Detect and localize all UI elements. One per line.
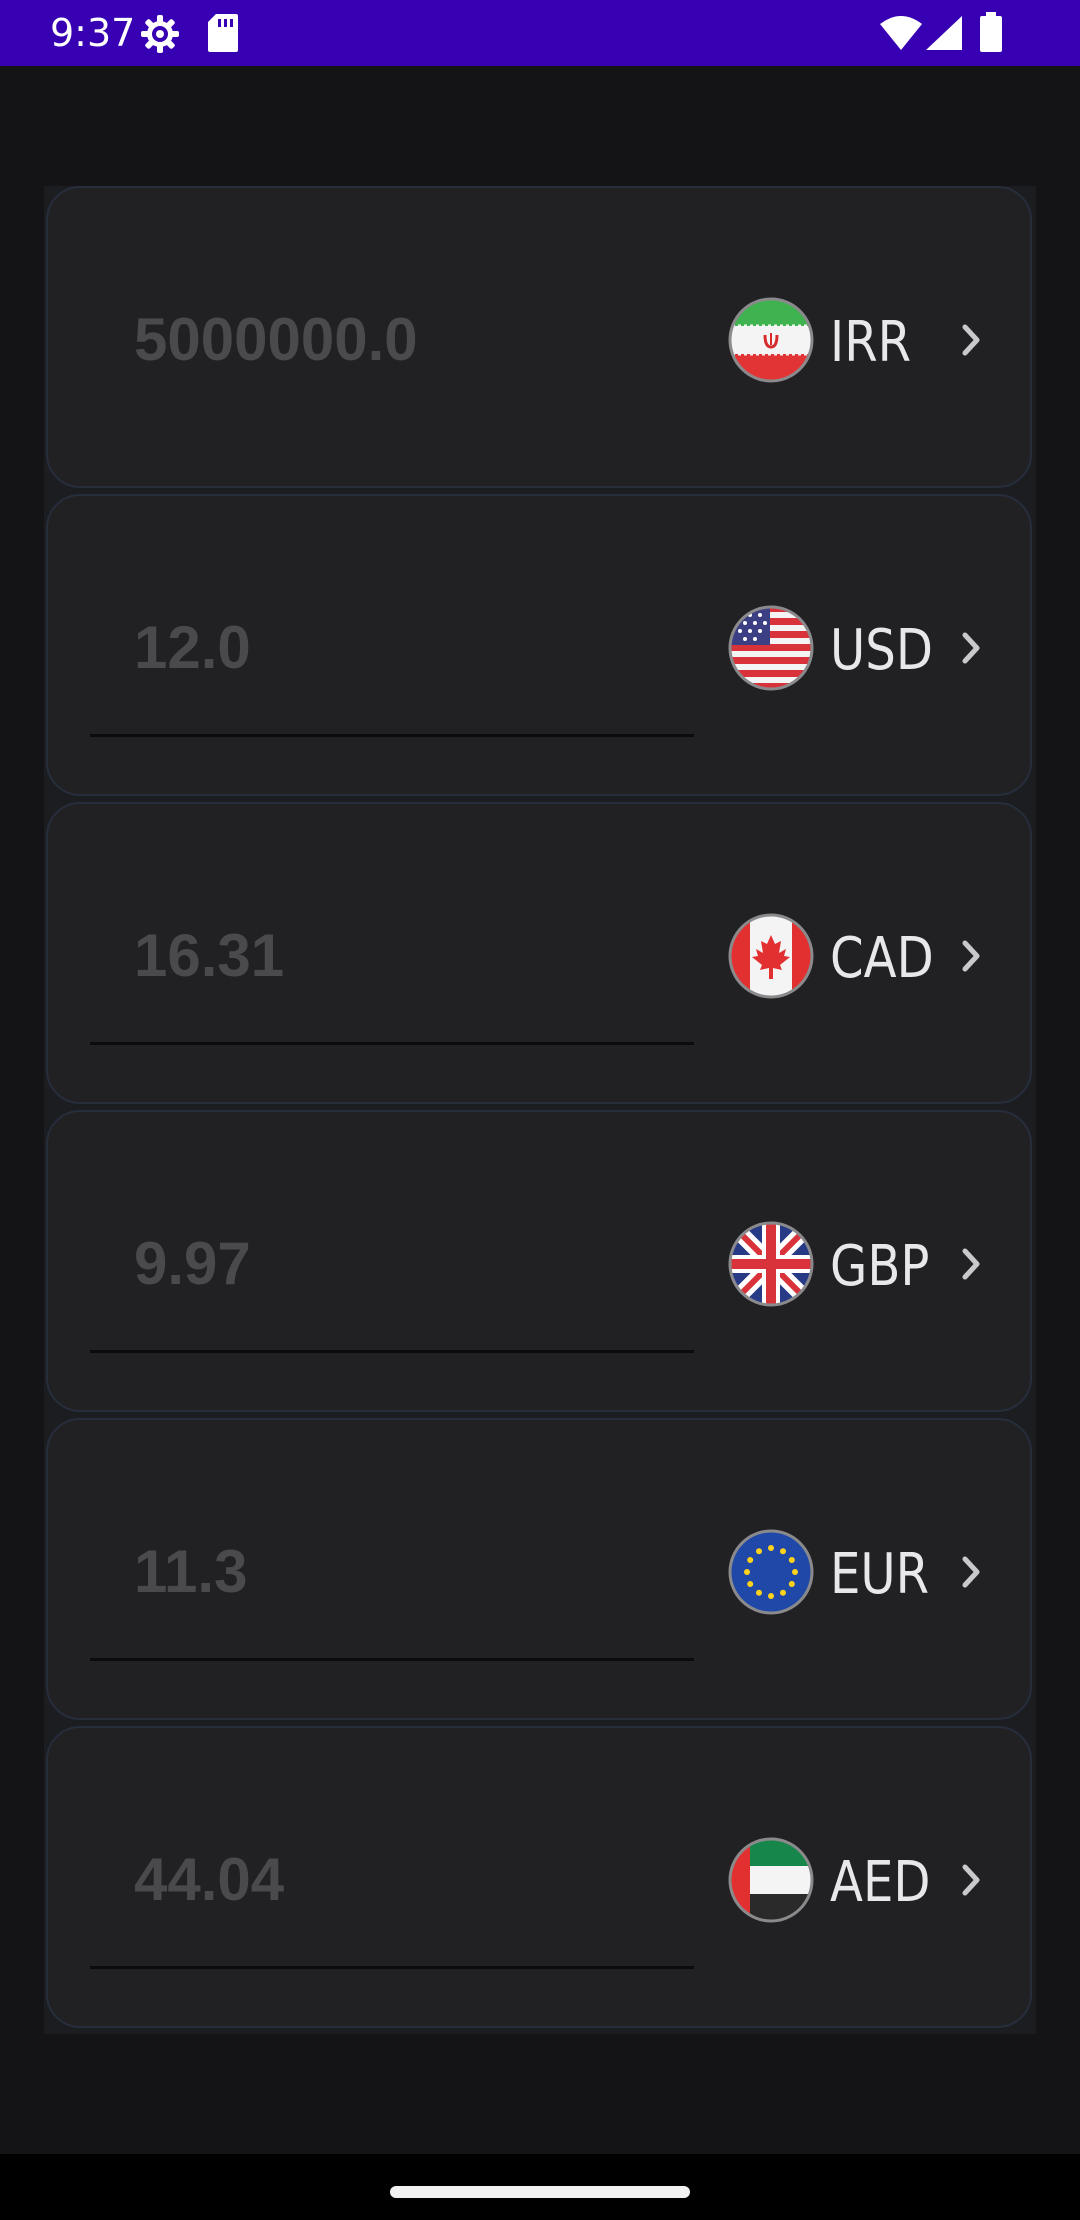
wifi-icon xyxy=(880,16,922,50)
uae-flag-icon xyxy=(728,1837,814,1923)
amount-field[interactable]: 9.97 xyxy=(134,1229,251,1299)
amount-underline xyxy=(90,1966,694,1969)
chevron-right-icon[interactable] xyxy=(948,624,996,672)
chevron-right-icon[interactable] xyxy=(948,932,996,980)
currency-code: IRR xyxy=(830,310,912,375)
currency-card-usd[interactable]: 12.0 USD xyxy=(46,494,1032,796)
amount-underline xyxy=(90,734,694,737)
chevron-right-icon[interactable] xyxy=(948,316,996,364)
amount-field[interactable]: 11.3 xyxy=(134,1537,247,1607)
chevron-right-icon[interactable] xyxy=(948,1240,996,1288)
amount-field[interactable]: 16.31 xyxy=(134,921,284,991)
currency-code: EUR xyxy=(830,1542,930,1607)
iran-flag-icon xyxy=(728,297,814,383)
chevron-right-icon[interactable] xyxy=(948,1856,996,1904)
currency-card-gbp[interactable]: 9.97 GBP xyxy=(46,1110,1032,1412)
cell-signal-icon xyxy=(926,16,962,50)
status-time: 9:37 xyxy=(50,11,136,55)
amount-field[interactable]: 5000000.0 xyxy=(134,305,418,375)
amount-underline xyxy=(90,1350,694,1353)
chevron-right-icon[interactable] xyxy=(948,1548,996,1596)
currency-list: 5000000.0 IRR 12.0 USD 16.31 CAD 9.97 GB… xyxy=(44,186,1036,2034)
canada-flag-icon xyxy=(728,913,814,999)
currency-code: CAD xyxy=(830,926,934,991)
battery-icon xyxy=(980,12,1002,52)
uk-flag-icon xyxy=(728,1221,814,1307)
amount-field[interactable]: 44.04 xyxy=(134,1845,284,1915)
navigation-bar xyxy=(0,2154,1080,2220)
currency-card-aed[interactable]: 44.04 AED xyxy=(46,1726,1032,2028)
status-bar: 9:37 xyxy=(0,0,1080,66)
currency-card-irr[interactable]: 5000000.0 IRR xyxy=(46,186,1032,488)
eu-flag-icon xyxy=(728,1529,814,1615)
settings-gear-icon xyxy=(141,15,179,53)
amount-underline xyxy=(90,1658,694,1661)
currency-card-eur[interactable]: 11.3 EUR xyxy=(46,1418,1032,1720)
amount-field[interactable]: 12.0 xyxy=(134,613,251,683)
home-gesture-handle[interactable] xyxy=(390,2186,690,2198)
currency-code: USD xyxy=(830,618,933,683)
amount-underline xyxy=(90,1042,694,1045)
sd-card-icon xyxy=(208,14,238,52)
currency-code: GBP xyxy=(830,1234,930,1299)
app-content: 5000000.0 IRR 12.0 USD 16.31 CAD 9.97 GB… xyxy=(0,66,1080,2154)
currency-code: AED xyxy=(830,1850,931,1915)
currency-card-cad[interactable]: 16.31 CAD xyxy=(46,802,1032,1104)
usa-flag-icon xyxy=(728,605,814,691)
